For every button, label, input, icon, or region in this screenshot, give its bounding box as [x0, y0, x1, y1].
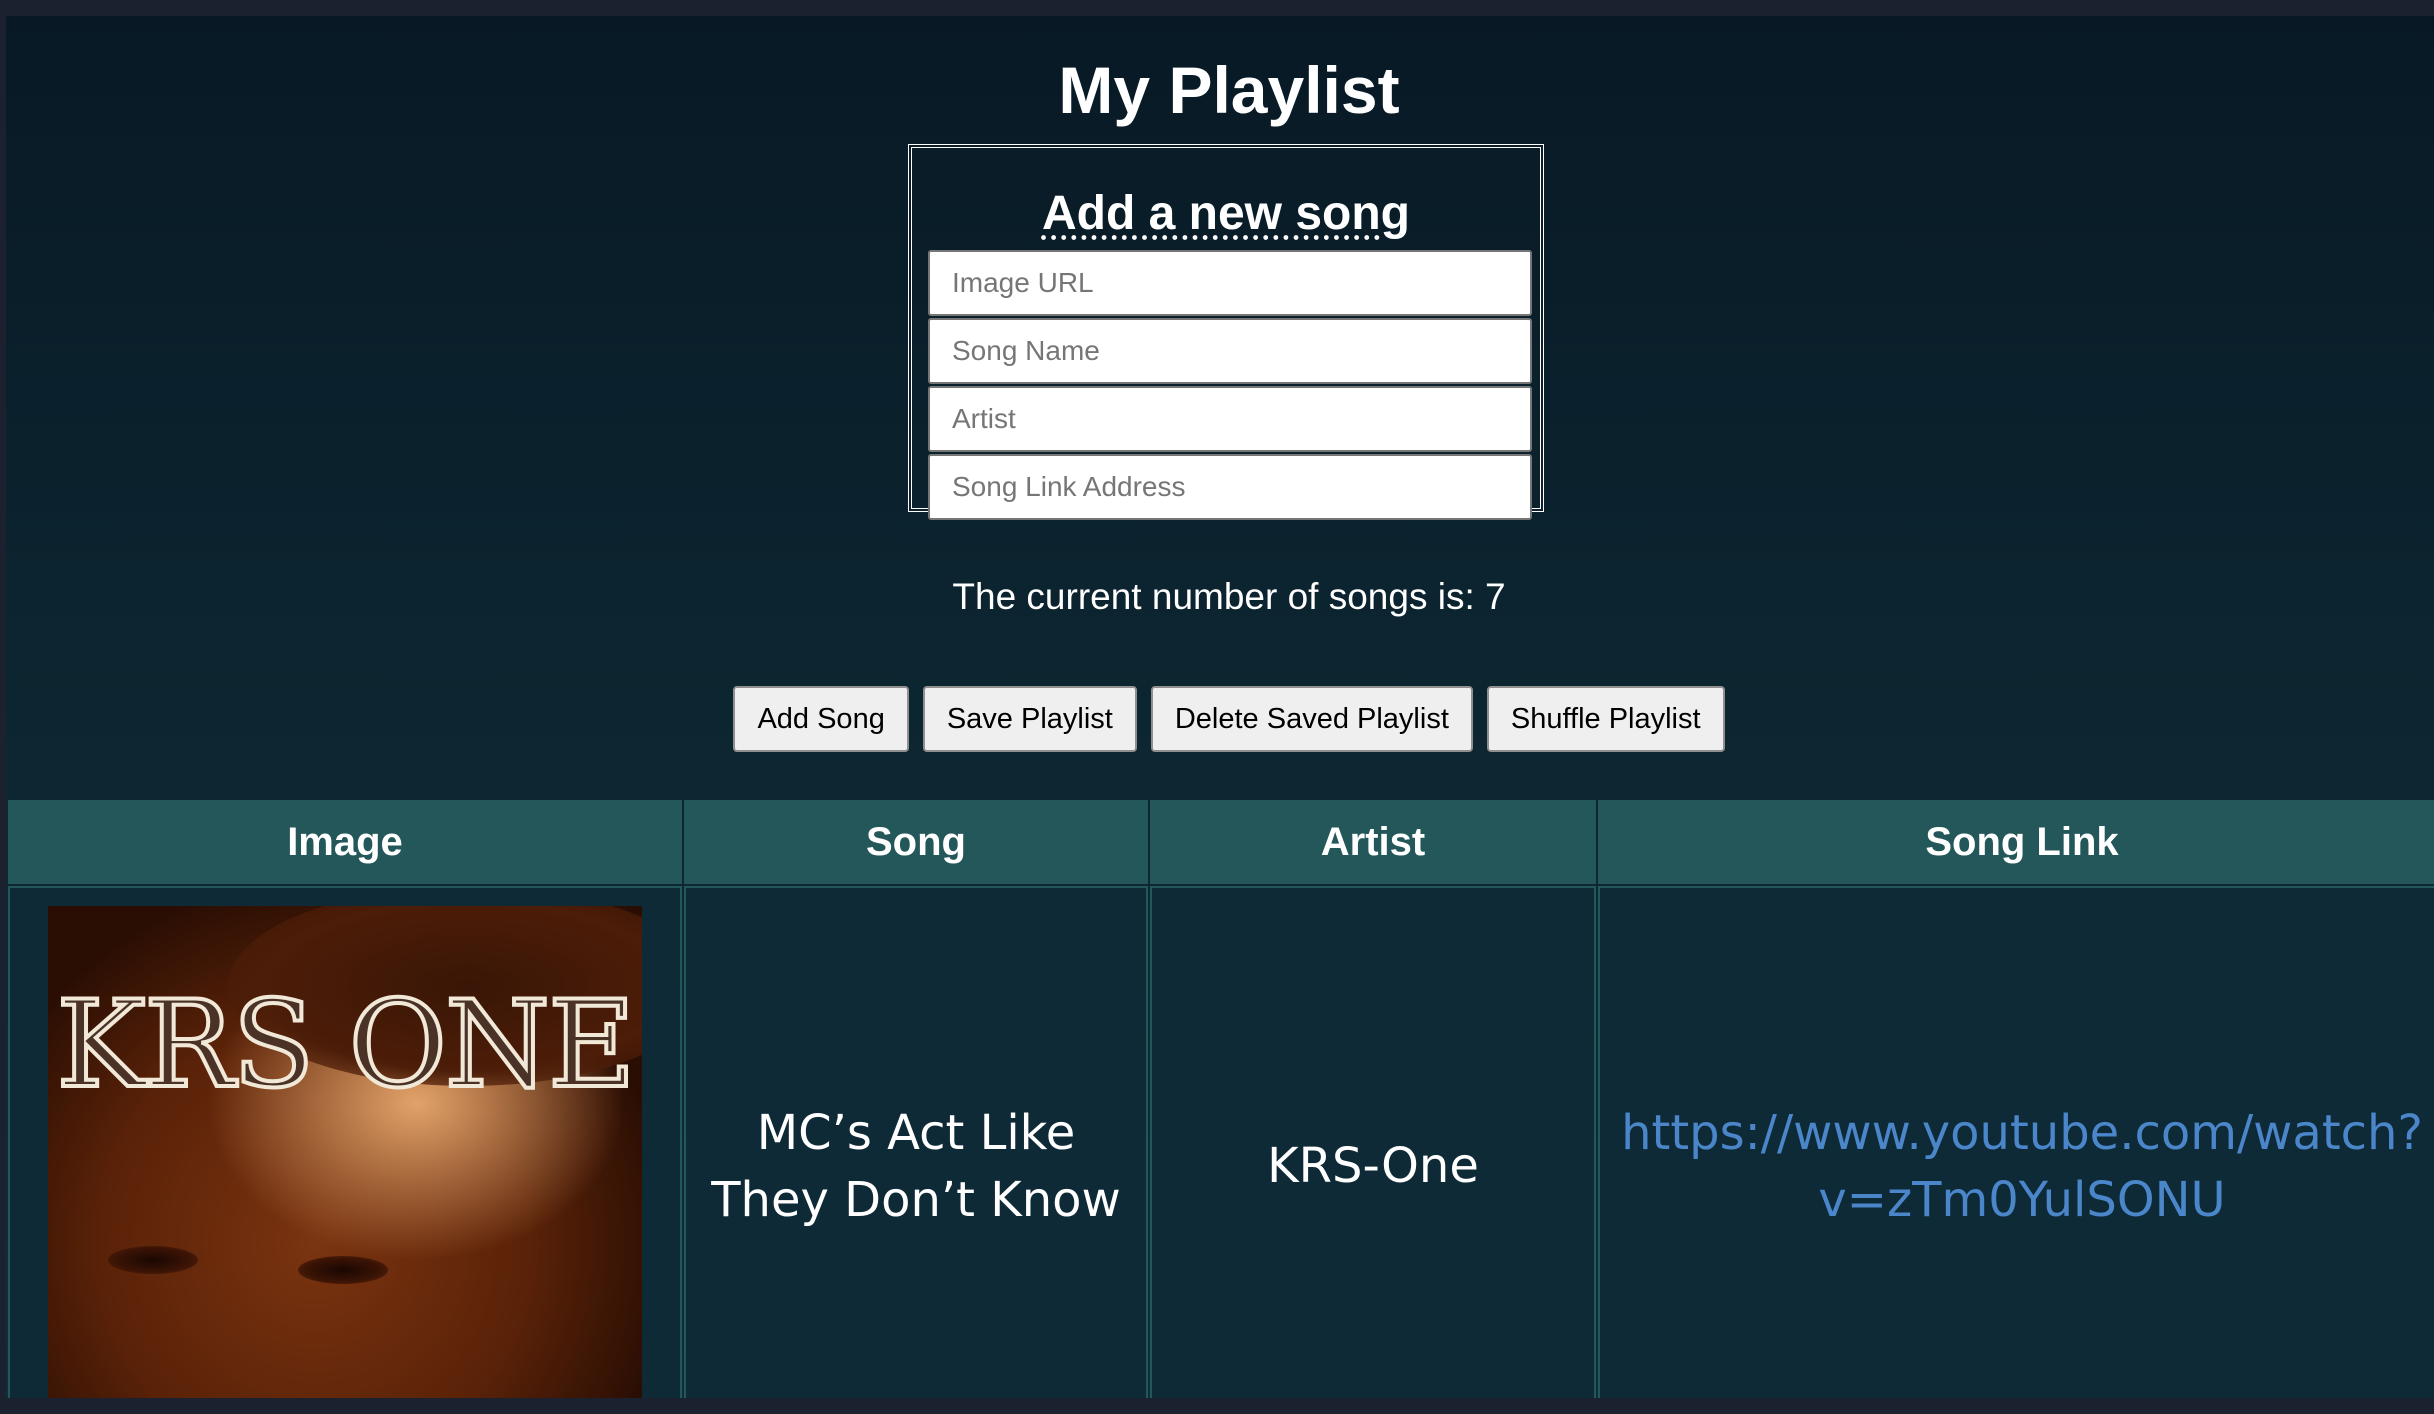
playlist-table: Image Song Artist Song Link KRS ONE MC’s…: [6, 798, 2434, 1398]
song-link-line-2: v=zTm0YulSONU: [1818, 1172, 2226, 1228]
top-bar: [0, 0, 2434, 16]
header-song: Song: [684, 800, 1148, 884]
image-cell: KRS ONE: [8, 886, 682, 1398]
song-count: The current number of songs is: 7: [952, 576, 1506, 617]
song-link[interactable]: https://www.youtube.com/watch? v=zTm0Yul…: [1621, 1105, 2423, 1228]
song-name-input[interactable]: [928, 318, 1532, 384]
add-song-form: Add a new song: [908, 144, 1544, 520]
page-content: My Playlist Add a new song The current n…: [6, 16, 2434, 1398]
action-buttons: Add Song Save Playlist Delete Saved Play…: [6, 686, 2434, 752]
song-link-input[interactable]: [928, 454, 1532, 520]
album-cover-image: KRS ONE: [48, 906, 642, 1398]
bottom-bar: [0, 1398, 2434, 1414]
page-title: My Playlist: [1058, 53, 1400, 127]
header-song-link: Song Link: [1598, 800, 2434, 884]
table-row: KRS ONE MC’s Act Like They Don’t Know KR…: [8, 886, 2434, 1398]
album-logo-text: KRS ONE: [54, 976, 637, 1115]
add-song-button[interactable]: Add Song: [733, 686, 909, 752]
image-url-input[interactable]: [928, 250, 1532, 316]
song-link-line-1: https://www.youtube.com/watch?: [1621, 1104, 2423, 1161]
album-art-eye: [108, 1246, 198, 1274]
album-art-eye: [298, 1256, 388, 1284]
header-artist: Artist: [1150, 800, 1596, 884]
song-link-cell: https://www.youtube.com/watch? v=zTm0Yul…: [1598, 886, 2434, 1398]
save-playlist-button[interactable]: Save Playlist: [922, 686, 1137, 752]
table-header-row: Image Song Artist Song Link: [8, 800, 2434, 884]
shuffle-playlist-button[interactable]: Shuffle Playlist: [1486, 686, 1725, 752]
artist-cell: KRS-One: [1150, 886, 1596, 1398]
song-cell: MC’s Act Like They Don’t Know: [684, 886, 1148, 1398]
delete-saved-playlist-button[interactable]: Delete Saved Playlist: [1150, 686, 1473, 752]
artist-input[interactable]: [928, 386, 1532, 452]
header-image: Image: [8, 800, 682, 884]
form-heading: Add a new song: [1041, 187, 1410, 240]
